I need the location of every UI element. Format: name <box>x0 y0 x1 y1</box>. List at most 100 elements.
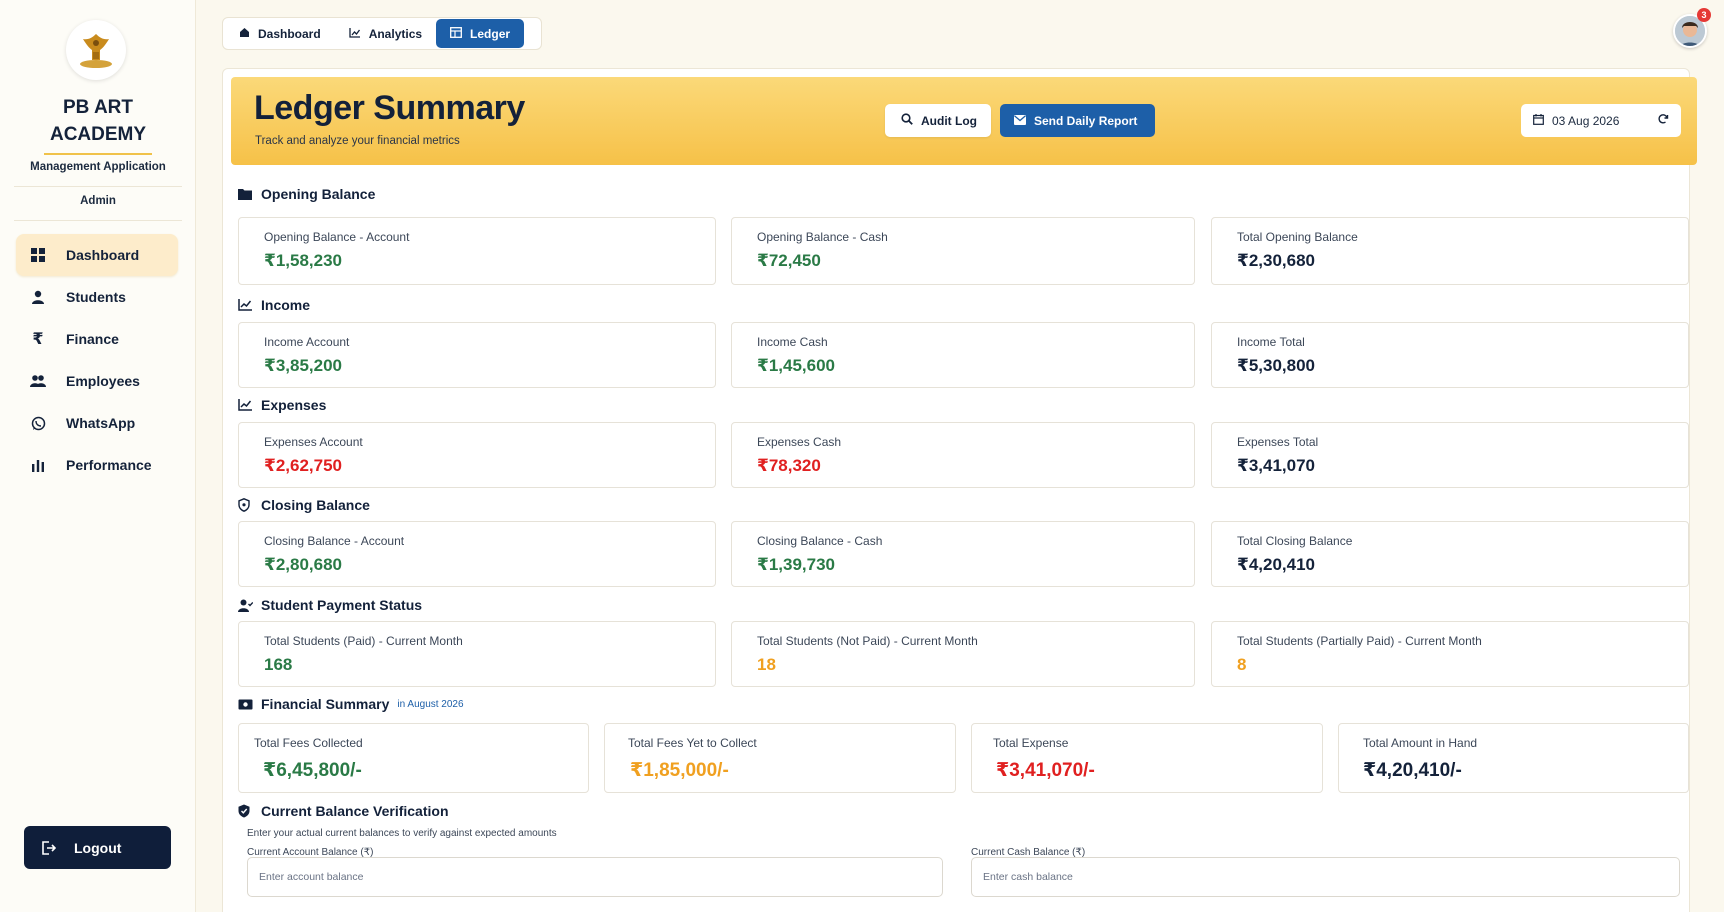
card-amount-in-hand: Total Amount in Hand ₹4,20,410/- <box>1338 723 1689 793</box>
sidebar-item-whatsapp[interactable]: WhatsApp <box>16 402 178 444</box>
logout-label: Logout <box>74 839 122 856</box>
send-report-label: Send Daily Report <box>1034 113 1138 128</box>
section-financial-summary: Financial Summary in August 2026 <box>238 696 464 712</box>
card-label: Total Fees Collected <box>254 736 363 750</box>
sidebar-item-performance[interactable]: Performance <box>16 444 178 486</box>
card-value: ₹3,41,070/- <box>996 760 1095 781</box>
audit-log-label: Audit Log <box>921 113 977 128</box>
sidebar-item-dashboard[interactable]: Dashboard <box>16 234 178 276</box>
card-label: Total Students (Paid) - Current Month <box>264 634 463 648</box>
divider <box>14 220 182 221</box>
card-value: ₹2,62,750 <box>264 456 343 475</box>
mail-icon <box>1014 114 1026 128</box>
tab-ledger[interactable]: Ledger <box>436 19 525 48</box>
card-value: ₹2,30,680 <box>1237 251 1316 270</box>
card-value: 8 <box>1237 655 1247 674</box>
section-opening-balance: Opening Balance <box>238 186 375 202</box>
card-total-expense: Total Expense ₹3,41,070/- <box>971 723 1323 793</box>
page-title: Ledger Summary <box>254 89 525 127</box>
logout-button[interactable]: Logout <box>24 826 171 869</box>
logout-icon <box>38 838 58 858</box>
card-fees-collected: Total Fees Collected ₹6,45,800/- <box>238 723 589 793</box>
home-icon <box>239 27 250 41</box>
trend-icon <box>238 399 254 411</box>
card-value: ₹1,39,730 <box>757 555 836 574</box>
sidebar-item-students[interactable]: Students <box>16 276 178 318</box>
verification-subtitle: Enter your actual current balances to ve… <box>247 828 557 839</box>
card-opening-account: Opening Balance - Account ₹1,58,230 <box>238 217 716 285</box>
brand-subtitle: Management Application <box>30 161 166 173</box>
card-label: Total Amount in Hand <box>1363 736 1478 750</box>
card-value: ₹2,80,680 <box>264 555 343 574</box>
card-expenses-account: Expenses Account ₹2,62,750 <box>238 422 716 488</box>
card-income-total: Income Total ₹5,30,800 <box>1211 322 1689 388</box>
whatsapp-icon <box>28 413 48 433</box>
brand-name: PB ART ACADEMY <box>49 97 147 145</box>
shield-icon <box>238 498 254 512</box>
academy-logo <box>66 20 126 80</box>
card-value: ₹4,20,410/- <box>1363 760 1462 781</box>
tab-label: Dashboard <box>258 26 321 41</box>
card-value: ₹1,45,600 <box>757 356 836 375</box>
tab-dashboard[interactable]: Dashboard <box>225 19 335 48</box>
card-value: ₹1,85,000/- <box>630 760 729 781</box>
section-expenses: Expenses <box>238 397 326 413</box>
card-closing-cash: Closing Balance - Cash ₹1,39,730 <box>731 521 1195 587</box>
card-label: Total Students (Partially Paid) - Curren… <box>1237 634 1482 648</box>
sidebar: PB ART ACADEMY Management Application Ad… <box>0 0 196 912</box>
card-value: ₹5,30,800 <box>1237 356 1316 375</box>
section-student-payment-status: Student Payment Status <box>238 597 422 613</box>
divider <box>14 186 182 187</box>
send-daily-report-button[interactable]: Send Daily Report <box>1000 104 1155 137</box>
section-income: Income <box>238 297 310 313</box>
account-balance-input[interactable]: Enter account balance <box>247 857 943 897</box>
section-period: in August 2026 <box>397 698 464 710</box>
cash-balance-input[interactable]: Enter cash balance <box>971 857 1680 897</box>
sidebar-item-finance[interactable]: ₹ Finance <box>16 318 178 360</box>
ledger-icon <box>450 26 462 41</box>
bar-chart-icon <box>28 455 48 475</box>
sidebar-item-label: Finance <box>66 331 119 347</box>
card-students-partial: Total Students (Partially Paid) - Curren… <box>1211 621 1689 687</box>
tab-label: Analytics <box>368 26 423 41</box>
card-value: ₹1,58,230 <box>264 251 343 270</box>
card-fees-to-collect: Total Fees Yet to Collect ₹1,85,000/- <box>604 723 956 793</box>
audit-log-button[interactable]: Audit Log <box>885 104 991 137</box>
card-expenses-total: Expenses Total ₹3,41,070 <box>1211 422 1689 488</box>
card-label: Total Students (Not Paid) - Current Mont… <box>757 634 978 648</box>
card-students-not-paid: Total Students (Not Paid) - Current Mont… <box>731 621 1195 687</box>
page-subtitle: Track and analyze your financial metrics <box>255 135 460 147</box>
date-value: 03 Aug 2026 <box>1552 113 1620 128</box>
calendar-icon <box>1533 113 1544 128</box>
brand-underline <box>44 153 152 155</box>
shield-check-icon <box>238 804 254 818</box>
refresh-icon[interactable] <box>1657 113 1669 128</box>
card-value: ₹3,41,070 <box>1237 456 1316 475</box>
section-title: Current Balance Verification <box>261 803 449 819</box>
card-students-paid: Total Students (Paid) - Current Month 16… <box>238 621 716 687</box>
card-expenses-cash: Expenses Cash ₹78,320 <box>731 422 1195 488</box>
card-value: 18 <box>757 655 776 674</box>
card-value: ₹3,85,200 <box>264 356 343 375</box>
section-title: Financial Summary <box>261 696 390 712</box>
card-value: ₹6,45,800/- <box>263 760 362 781</box>
top-tabs: Dashboard Analytics Ledger <box>222 17 542 50</box>
card-value: ₹4,20,410 <box>1237 555 1316 574</box>
tab-analytics[interactable]: Analytics <box>335 19 436 48</box>
card-closing-total: Total Closing Balance ₹4,20,410 <box>1211 521 1689 587</box>
sidebar-item-label: Employees <box>66 373 140 389</box>
card-value: ₹72,450 <box>757 251 821 270</box>
section-title: Closing Balance <box>261 497 370 513</box>
card-income-cash: Income Cash ₹1,45,600 <box>731 322 1195 388</box>
search-icon <box>901 113 913 128</box>
card-label: Closing Balance - Account <box>264 534 405 548</box>
section-title: Income <box>261 297 311 313</box>
date-picker[interactable]: 03 Aug 2026 <box>1521 104 1681 137</box>
notification-badge: 3 <box>1697 8 1711 22</box>
section-title: Student Payment Status <box>261 597 423 613</box>
sidebar-nav: Dashboard Students ₹ Finance Employees W… <box>16 234 178 486</box>
sidebar-item-label: Dashboard <box>66 247 140 263</box>
sidebar-item-label: Performance <box>66 457 152 473</box>
sidebar-item-employees[interactable]: Employees <box>16 360 178 402</box>
section-balance-verification: Current Balance Verification <box>238 803 449 819</box>
